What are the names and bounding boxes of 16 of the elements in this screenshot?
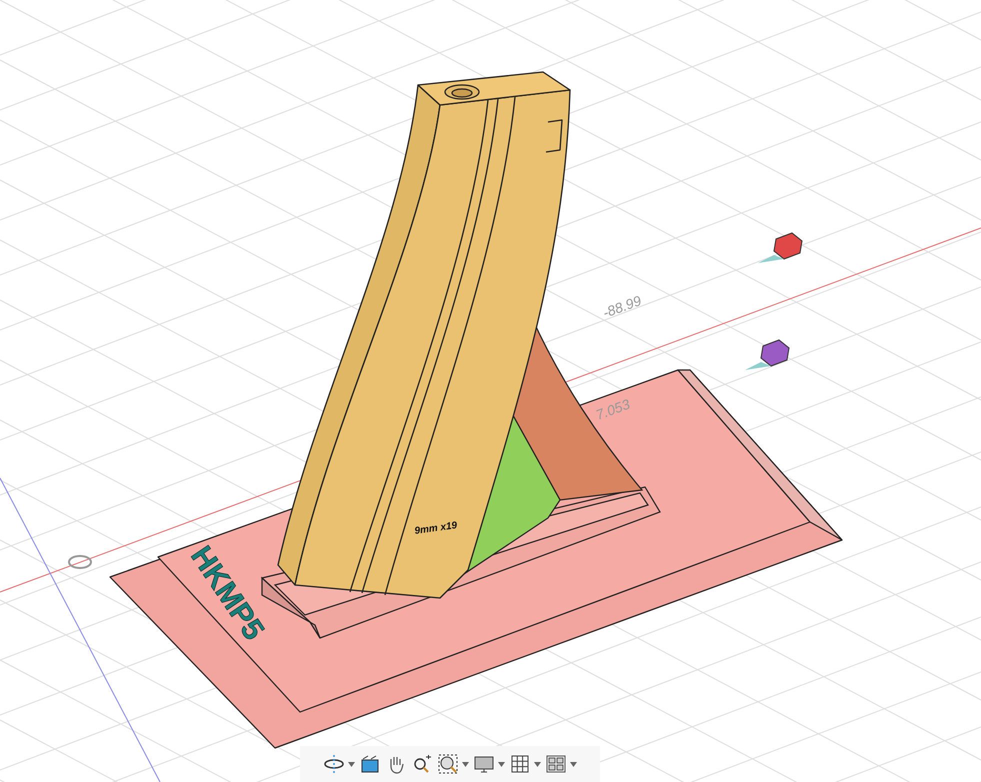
caret-icon[interactable] [498,762,505,766]
viewports-icon[interactable] [545,753,567,775]
orbit-icon[interactable] [323,753,345,775]
caret-icon[interactable] [348,762,355,766]
caret-icon[interactable] [462,762,469,766]
caret-icon[interactable] [534,762,541,766]
origin-icon[interactable] [68,555,92,569]
cube-handle[interactable] [745,339,790,370]
grid-icon[interactable] [509,753,531,775]
cube-handle[interactable] [758,232,803,263]
engraved-text: 9mm x19 [414,520,458,537]
screen-icon[interactable] [359,753,381,775]
caret-icon[interactable] [570,762,577,766]
zoom-window-icon[interactable] [437,753,459,775]
dimension-label: -88.99 [600,292,644,321]
dimension-label: 7.053 [594,396,632,423]
